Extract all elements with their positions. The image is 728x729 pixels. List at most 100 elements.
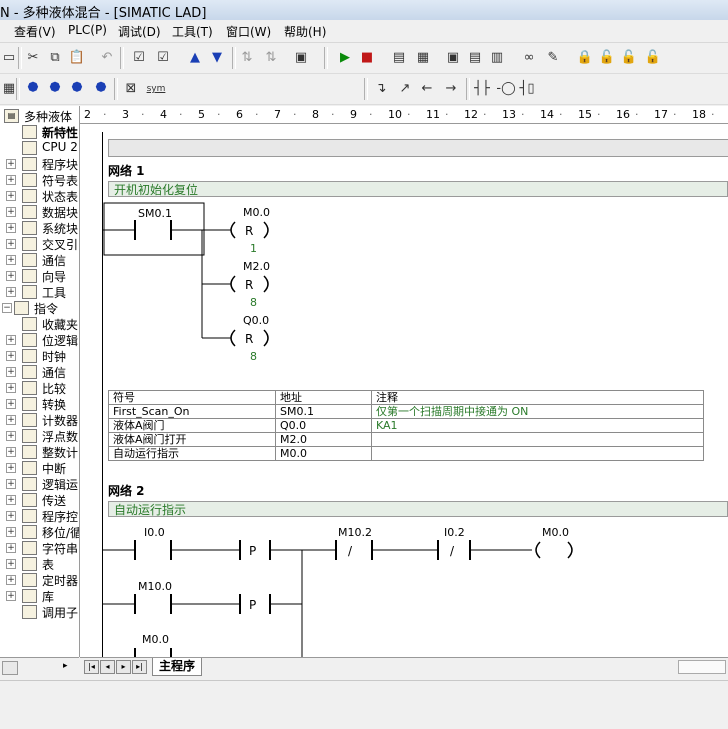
compile-all-icon[interactable]: ☑ — [154, 49, 172, 67]
tree-item[interactable]: + 符号表 — [0, 172, 79, 188]
print-preview-icon[interactable]: ▭ — [0, 49, 18, 67]
menu-window[interactable]: 窗口(W) — [226, 23, 271, 40]
menu-help[interactable]: 帮助(H) — [284, 23, 326, 40]
tree-item[interactable]: + 计数器 — [0, 412, 79, 428]
contact-i0-0[interactable]: I0.0 — [134, 526, 172, 560]
contact-m10-0[interactable]: M10.0 — [134, 580, 172, 614]
editor-horizontal-scrollbar[interactable] — [678, 660, 726, 674]
expand-icon[interactable]: + — [6, 383, 16, 393]
menu-plc[interactable]: PLC(P) — [68, 23, 107, 37]
line-left-icon[interactable]: ← — [418, 80, 436, 98]
expand-icon[interactable]: + — [6, 351, 16, 361]
expand-icon[interactable]: + — [6, 271, 16, 281]
tree-item[interactable]: + 定时器 — [0, 572, 79, 588]
unlock-all-icon[interactable]: 🔓 — [620, 49, 638, 67]
first-tab-icon[interactable]: |◂ — [84, 660, 99, 674]
network-1-comment[interactable]: 开机初始化复位 — [108, 181, 728, 197]
addressing-icon[interactable]: ⊠ — [122, 80, 140, 98]
network-2-comment[interactable]: 自动运行指示 — [108, 501, 728, 517]
sort-ascending-icon[interactable]: ⇅ — [238, 49, 256, 67]
expand-icon[interactable]: + — [6, 175, 16, 185]
clear-bookmark-icon[interactable]: ⯄ — [92, 80, 110, 98]
scroll-right-icon[interactable]: ▸ — [63, 661, 68, 671]
expand-icon[interactable]: + — [6, 479, 16, 489]
line-up-icon[interactable]: ↗ — [396, 80, 414, 98]
tree-item[interactable]: + 中断 — [0, 460, 79, 476]
contact-sm0-1[interactable]: SM0.1 — [134, 207, 172, 240]
coil-m0-0[interactable]: M0.0 R 1 — [225, 206, 270, 255]
tree-item[interactable]: + 向导 — [0, 268, 79, 284]
expand-icon[interactable]: + — [6, 527, 16, 537]
tree-item[interactable]: + 库 — [0, 588, 79, 604]
positive-edge-row1[interactable]: P — [239, 540, 271, 560]
contact-i0-2-nc[interactable]: / I0.2 — [437, 526, 471, 560]
chart-status-icon[interactable]: ▦ — [414, 49, 432, 67]
compile-icon[interactable]: ☑ — [130, 49, 148, 67]
next-bookmark-icon[interactable]: ⯄ — [46, 80, 64, 98]
expand-icon[interactable]: + — [6, 559, 16, 569]
paste-icon[interactable]: 📋 — [68, 49, 86, 67]
tree-item[interactable]: + 时钟 — [0, 348, 79, 364]
tree-horizontal-scrollbar[interactable]: ▸ — [0, 657, 79, 676]
program-status-icon[interactable]: ▤ — [390, 49, 408, 67]
expand-icon[interactable]: + — [6, 511, 16, 521]
expand-icon[interactable]: + — [6, 447, 16, 457]
tree-item[interactable]: + 程序块 — [0, 156, 79, 172]
write-all-icon[interactable]: ▥ — [488, 49, 506, 67]
positive-edge-row2[interactable]: P — [239, 594, 271, 614]
next-tab-icon[interactable]: ▸ — [116, 660, 131, 674]
tree-item[interactable]: + 系统块 — [0, 220, 79, 236]
expand-icon[interactable]: + — [6, 495, 16, 505]
tree-item[interactable]: + 传送 — [0, 492, 79, 508]
scroll-left-icon[interactable] — [2, 661, 18, 675]
tree-item[interactable]: + 程序控 — [0, 508, 79, 524]
tree-item[interactable]: + 数据块 — [0, 204, 79, 220]
expand-icon[interactable]: + — [6, 431, 16, 441]
tab-main-program[interactable]: 主程序 — [152, 658, 203, 676]
run-icon[interactable]: ▶ — [336, 49, 354, 67]
tree-item[interactable]: 新特性 — [0, 124, 79, 140]
line-down-icon[interactable]: ↴ — [372, 80, 390, 98]
expand-icon[interactable]: + — [6, 191, 16, 201]
expand-icon[interactable]: + — [6, 367, 16, 377]
undo-icon[interactable]: ↶ — [98, 49, 116, 67]
tree-item[interactable]: + 整数计 — [0, 444, 79, 460]
tree-item[interactable]: + 通信 — [0, 252, 79, 268]
unlock-icon[interactable]: 🔓 — [598, 49, 616, 67]
expand-icon[interactable]: + — [6, 463, 16, 473]
tree-item[interactable]: + 位逻辑 — [0, 332, 79, 348]
expand-icon[interactable]: + — [6, 415, 16, 425]
coil-m2-0[interactable]: M2.0 R 8 — [225, 260, 270, 309]
tree-item[interactable]: + 逻辑运 — [0, 476, 79, 492]
coil-icon[interactable]: -◯ — [496, 80, 516, 98]
program-comment-bar[interactable] — [108, 139, 728, 157]
expand-icon[interactable]: + — [6, 543, 16, 553]
read-forced-icon[interactable]: 🔓 — [644, 49, 662, 67]
cut-icon[interactable]: ✂ — [24, 49, 42, 67]
expand-icon[interactable]: + — [6, 239, 16, 249]
tree-item[interactable]: + 表 — [0, 556, 79, 572]
expand-icon[interactable]: + — [6, 399, 16, 409]
options-icon[interactable]: ▣ — [292, 49, 310, 67]
tree-item[interactable]: + 移位/循 — [0, 524, 79, 540]
upload-icon[interactable]: ▲ — [186, 49, 204, 67]
force-icon[interactable]: ✎ — [544, 49, 562, 67]
expand-icon[interactable]: + — [6, 335, 16, 345]
expand-icon[interactable]: + — [6, 575, 16, 585]
coil-q0-0[interactable]: Q0.0 R 8 — [225, 314, 269, 363]
tree-item[interactable]: + 浮点数 — [0, 428, 79, 444]
toggle-bookmark-icon[interactable]: ⯄ — [24, 80, 42, 98]
tree-item[interactable]: − 指令 — [0, 300, 79, 316]
menu-view[interactable]: 查看(V) — [14, 23, 56, 40]
menu-tools[interactable]: 工具(T) — [172, 23, 213, 40]
tree-root[interactable]: ▤ 多种液体 — [0, 108, 79, 124]
expand-icon[interactable]: + — [6, 255, 16, 265]
menu-debug[interactable]: 调试(D) — [118, 23, 161, 40]
copy-icon[interactable]: ⧉ — [46, 49, 64, 67]
stop-icon[interactable]: ■ — [358, 49, 376, 67]
tree-item[interactable]: + 状态表 — [0, 188, 79, 204]
expand-icon[interactable]: + — [6, 223, 16, 233]
tree-item[interactable]: + 字符串 — [0, 540, 79, 556]
collapse-icon[interactable]: − — [2, 303, 12, 313]
tree-item[interactable]: CPU 2 — [0, 140, 79, 156]
